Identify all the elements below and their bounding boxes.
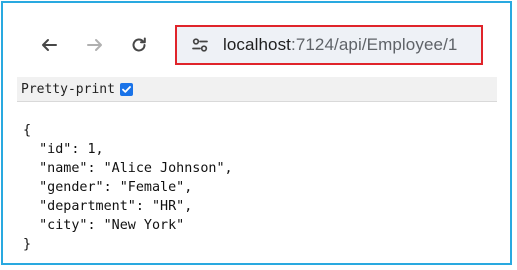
site-info-icon bbox=[192, 38, 208, 52]
url-path: :7124/api/Employee/1 bbox=[291, 35, 458, 54]
url-domain: localhost bbox=[223, 35, 291, 54]
json-line: "name": "Alice Johnson", bbox=[23, 161, 233, 176]
back-button[interactable] bbox=[35, 31, 63, 59]
browser-toolbar: localhost:7124/api/Employee/1 bbox=[3, 3, 510, 73]
pretty-print-checkbox[interactable] bbox=[119, 82, 133, 96]
address-bar-highlight: localhost:7124/api/Employee/1 bbox=[175, 25, 483, 65]
site-info-button[interactable] bbox=[185, 30, 215, 60]
json-line: { bbox=[23, 123, 32, 138]
back-arrow-icon bbox=[42, 39, 57, 51]
pretty-print-bar: Pretty-print bbox=[17, 77, 497, 102]
reload-button[interactable] bbox=[125, 31, 153, 59]
address-bar[interactable]: localhost:7124/api/Employee/1 bbox=[181, 30, 477, 60]
forward-button[interactable] bbox=[81, 31, 109, 59]
json-response-body: { "id": 1, "name": "Alice Johnson", "gen… bbox=[23, 121, 233, 254]
reload-icon bbox=[132, 37, 146, 52]
forward-arrow-icon bbox=[87, 39, 102, 51]
json-line: "gender": "Female", bbox=[23, 180, 193, 195]
url-text[interactable]: localhost:7124/api/Employee/1 bbox=[223, 35, 457, 55]
json-line: "city": "New York" bbox=[23, 218, 185, 233]
json-line: "department": "HR", bbox=[23, 199, 193, 214]
pretty-print-label: Pretty-print bbox=[21, 81, 115, 97]
json-line: } bbox=[23, 237, 32, 252]
json-line: "id": 1, bbox=[23, 142, 104, 157]
checkmark-icon bbox=[122, 85, 131, 93]
browser-window: localhost:7124/api/Employee/1 Pretty-pri… bbox=[1, 1, 512, 265]
